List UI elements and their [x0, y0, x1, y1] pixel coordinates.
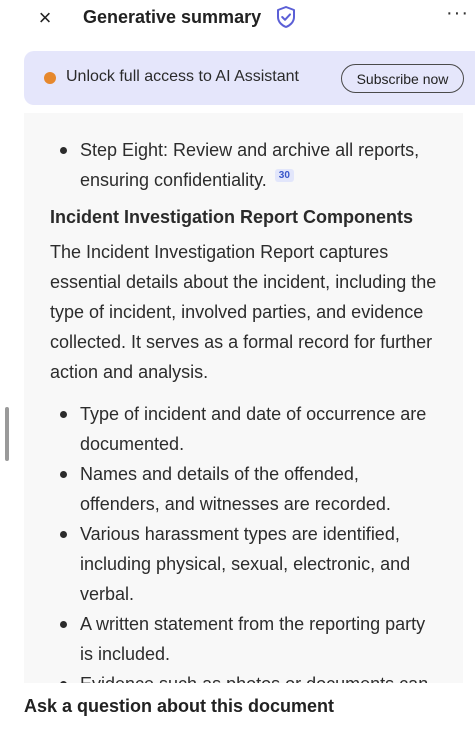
- component-bullet-list: Type of incident and date of occurrence …: [50, 399, 440, 683]
- section-heading: Incident Investigation Report Components: [50, 207, 414, 227]
- subscribe-button[interactable]: Subscribe now: [341, 64, 464, 93]
- ask-question-label[interactable]: Ask a question about this document: [24, 696, 334, 717]
- list-item: Various harassment types are identified,…: [50, 519, 440, 609]
- summary-body: Step Eight: Review and archive all repor…: [50, 135, 440, 683]
- shield-check-icon: [277, 6, 295, 28]
- citation-badge[interactable]: 30: [274, 169, 294, 182]
- summary-content[interactable]: Step Eight: Review and archive all repor…: [24, 113, 463, 683]
- upgrade-banner: Unlock full access to AI Assistant Subsc…: [24, 51, 475, 105]
- list-item: A written statement from the reporting p…: [50, 609, 440, 669]
- banner-text: Unlock full access to AI Assistant: [66, 68, 299, 85]
- list-item: Evidence such as photos or documents can: [50, 669, 440, 683]
- panel-header: × Generative summary ···: [0, 0, 475, 40]
- panel-title: Generative summary: [83, 7, 262, 27]
- more-icon[interactable]: ···: [446, 2, 469, 25]
- status-dot-icon: [44, 72, 56, 84]
- list-item: Type of incident and date of occurrence …: [50, 399, 440, 459]
- section-paragraph: The Incident Investigation Report captur…: [50, 242, 437, 382]
- close-icon[interactable]: ×: [34, 4, 56, 32]
- top-bullet-list: Step Eight: Review and archive all repor…: [50, 135, 440, 195]
- list-item: Names and details of the offended, offen…: [50, 459, 440, 519]
- list-item-text: Step Eight: Review and archive all repor…: [80, 140, 420, 190]
- list-item: Step Eight: Review and archive all repor…: [50, 135, 440, 195]
- resize-handle[interactable]: [5, 407, 9, 461]
